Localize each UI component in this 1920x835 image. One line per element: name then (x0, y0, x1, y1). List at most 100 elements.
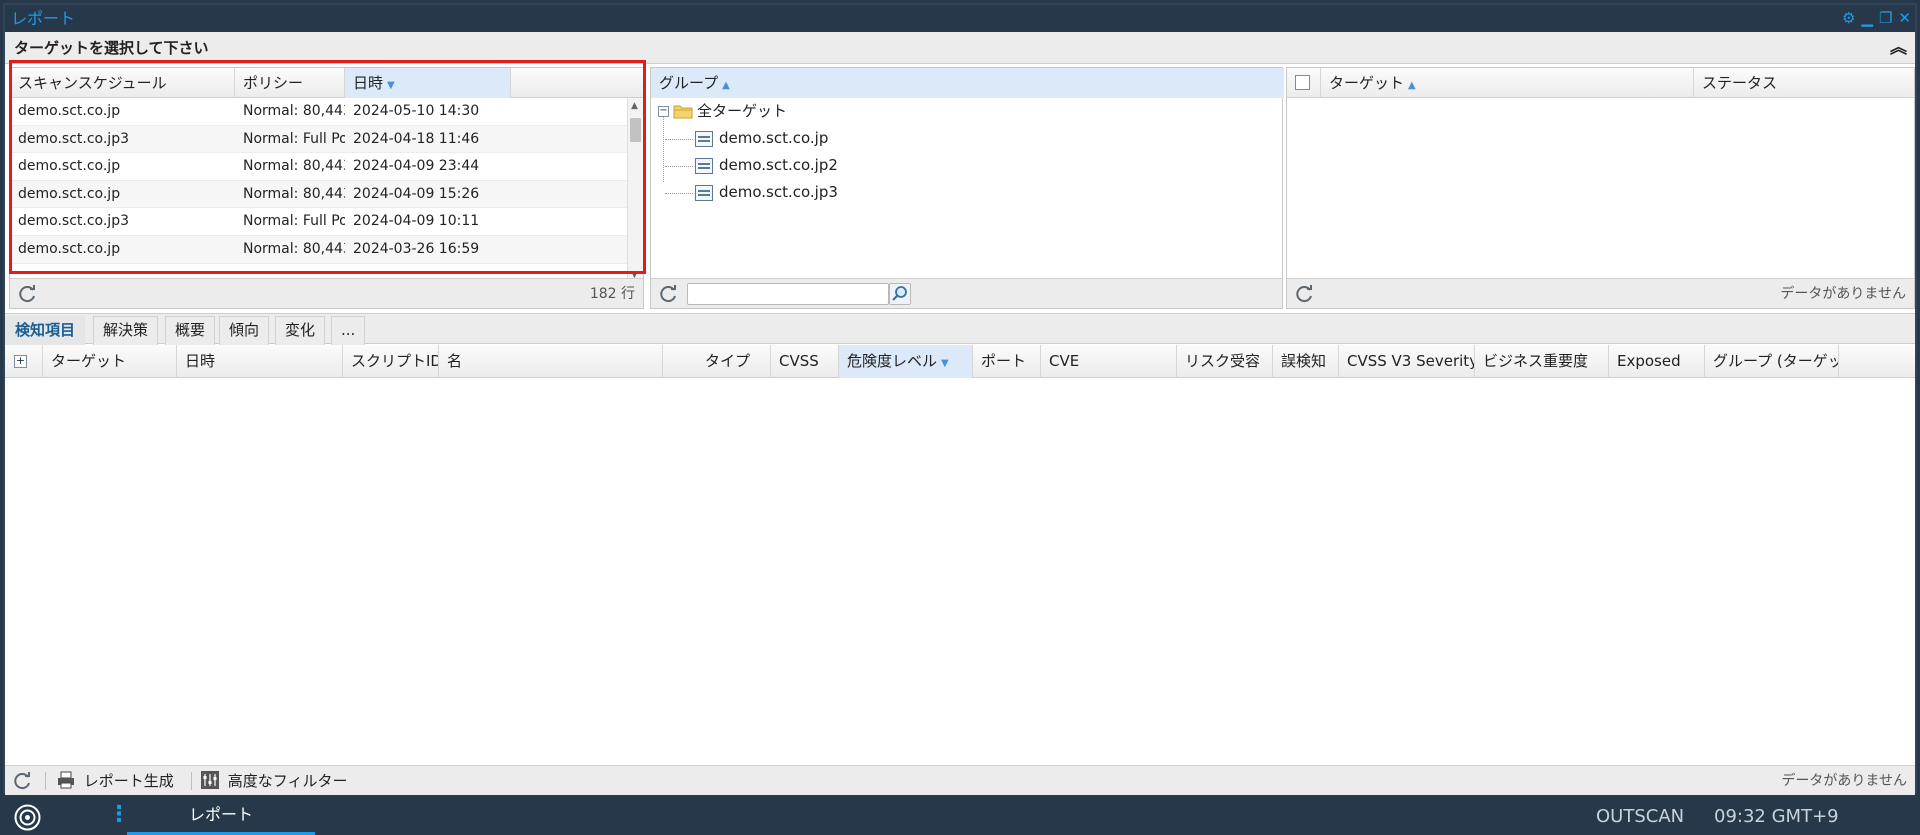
cell-policy: Normal: 80,443 (243, 185, 345, 202)
cell-datetime: 2024-04-09 23:44 (353, 158, 480, 175)
table-row[interactable]: demo.sct.co.jp3 Normal: Full Ports 2024-… (10, 208, 627, 236)
group-grid-header: グループ ▲ (651, 68, 1284, 98)
schedule-rows: demo.sct.co.jp Normal: 80,443 2024-05-10… (10, 98, 627, 264)
findings-toolbar: レポート生成 高度なフィルター データがありません (5, 765, 1915, 795)
cell-schedule: demo.sct.co.jp (18, 103, 121, 119)
group-footer (651, 278, 1282, 308)
sort-asc-icon: ▲ (1408, 80, 1416, 91)
advanced-filter-button[interactable]: 高度なフィルター (201, 766, 347, 796)
col-exposed[interactable]: Exposed (1609, 345, 1705, 378)
refresh-icon[interactable] (1293, 283, 1315, 305)
col-group-target[interactable]: グループ (ターゲッ (1705, 345, 1839, 378)
scroll-thumb[interactable] (630, 118, 641, 142)
scan-schedule-panel: スキャンスケジュール ポリシー 日時 ▼ demo.sct.co.jp Norma… (9, 67, 644, 309)
col-cvss-v3-severity[interactable]: CVSS V3 Severity (1339, 345, 1475, 378)
tab-more[interactable]: ... (331, 316, 366, 345)
close-icon[interactable]: ✕ (1898, 11, 1911, 26)
col-scan-schedule[interactable]: スキャンスケジュール (10, 68, 235, 98)
table-row[interactable]: demo.sct.co.jp Normal: 80,443 2024-04-09… (10, 180, 627, 209)
tab-trend[interactable]: 傾向 (219, 316, 270, 345)
toolbar-separator (191, 772, 192, 790)
tab-overview[interactable]: 概要 (165, 316, 216, 345)
scroll-up-icon[interactable]: ▲ (631, 101, 638, 111)
search-button[interactable] (889, 283, 911, 305)
collapse-node-icon[interactable]: − (658, 106, 669, 117)
select-target-label: ターゲットを選択して下さい (14, 39, 209, 57)
generate-report-button[interactable]: レポート生成 (57, 766, 174, 796)
advanced-filter-label: 高度なフィルター (227, 772, 348, 790)
cell-schedule: demo.sct.co.jp (18, 240, 121, 257)
col-datetime[interactable]: 日時 (177, 345, 343, 378)
target-icon (695, 185, 713, 201)
table-row[interactable]: demo.sct.co.jp Normal: 80,443 2024-04-09… (10, 153, 627, 181)
tree-root-label: 全ターゲット (697, 102, 788, 120)
expand-all-icon[interactable]: + (14, 355, 27, 368)
tree-connector (665, 139, 693, 140)
schedule-grid-header: スキャンスケジュール ポリシー 日時 ▼ (10, 68, 643, 98)
vertical-scrollbar[interactable]: ▲ ▼ (627, 98, 643, 282)
col-target[interactable]: ターゲット (43, 345, 177, 378)
col-script-id[interactable]: スクリプトID (343, 345, 439, 378)
cell-policy: Normal: 80,443 (243, 240, 345, 257)
group-tree: − 全ターゲット demo.sct.co.jp demo.sct.co.jp2 (651, 98, 1282, 206)
refresh-icon[interactable] (16, 283, 38, 305)
taskbar-tab-report[interactable]: レポート (127, 798, 315, 835)
tab-changes[interactable]: 変化 (275, 316, 326, 345)
tree-connector (665, 193, 693, 194)
col-status[interactable]: ステータス (1694, 68, 1916, 98)
cell-schedule: demo.sct.co.jp (18, 158, 121, 175)
printer-icon (58, 771, 74, 789)
col-target[interactable]: ターゲット ▲ (1321, 68, 1694, 98)
col-false-positive[interactable]: 誤検知 (1273, 345, 1339, 378)
table-row[interactable]: demo.sct.co.jp Normal: 80,443 2024-05-10… (10, 98, 627, 126)
col-port[interactable]: ポート (973, 345, 1041, 378)
cell-policy: Normal: 80,443 (243, 103, 345, 119)
tree-connector (665, 166, 693, 167)
col-cve[interactable]: CVE (1041, 345, 1177, 378)
target-footer: データがありません (1287, 278, 1914, 308)
col-risk-level[interactable]: 危険度レベル ▼ (839, 345, 973, 378)
cell-schedule: demo.sct.co.jp3 (18, 213, 129, 230)
select-target-header: ターゲットを選択して下さい ︽ (5, 32, 1915, 64)
restore-icon[interactable]: ❐ (1879, 11, 1892, 26)
gear-icon[interactable]: ⚙ (1842, 11, 1855, 26)
empty-message: データがありません (1781, 773, 1907, 789)
col-risk-accepted[interactable]: リスク受容 (1177, 345, 1273, 378)
col-expand: + (5, 345, 43, 378)
refresh-icon[interactable] (657, 283, 679, 305)
cell-policy: Normal: Full Ports (243, 130, 345, 147)
target-grid-header: ターゲット ▲ ステータス (1287, 68, 1914, 98)
col-group[interactable]: グループ ▲ (651, 68, 1284, 98)
col-datetime[interactable]: 日時 ▼ (345, 68, 511, 98)
refresh-icon[interactable] (11, 770, 33, 792)
tree-node-root[interactable]: − 全ターゲット (651, 98, 1282, 125)
table-row[interactable]: demo.sct.co.jp Normal: 80,443 2024-03-26… (10, 235, 627, 264)
collapse-icon[interactable]: ︽ (1890, 32, 1907, 64)
cell-schedule: demo.sct.co.jp (18, 185, 121, 202)
col-business-criticality[interactable]: ビジネス重要度 (1475, 345, 1609, 378)
product-name: OUTSCAN (1596, 806, 1685, 827)
window-title: レポート (11, 9, 76, 28)
minimize-icon[interactable]: ▁ (1861, 11, 1873, 26)
tree-node-label: demo.sct.co.jp3 (719, 183, 838, 201)
tree-node[interactable]: demo.sct.co.jp (651, 125, 1282, 152)
cell-datetime: 2024-03-26 16:59 (353, 240, 480, 257)
tree-node[interactable]: demo.sct.co.jp3 (651, 179, 1282, 206)
col-type[interactable]: タイプ (663, 345, 771, 378)
tab-solutions[interactable]: 解決策 (93, 316, 159, 345)
col-risk-level-label: 危険度レベル (847, 352, 938, 370)
col-cvss[interactable]: CVSS (771, 345, 839, 378)
select-all-checkbox[interactable] (1295, 75, 1310, 90)
generate-report-label: レポート生成 (83, 772, 174, 790)
target-icon (695, 131, 713, 147)
tree-node[interactable]: demo.sct.co.jp2 (651, 152, 1282, 179)
tab-findings[interactable]: 検知項目 (5, 316, 86, 345)
findings-grid: + ターゲット 日時 スクリプトID 名 タイプ CVSS 危険度レベル ▼ ポー… (5, 345, 1915, 765)
table-row[interactable]: demo.sct.co.jp3 Normal: Full Ports 2024-… (10, 125, 627, 154)
group-search-input[interactable] (687, 283, 889, 305)
toolbar-separator (45, 772, 46, 790)
col-name[interactable]: 名 (439, 345, 663, 378)
app-logo-icon[interactable] (14, 804, 41, 831)
col-policy[interactable]: ポリシー (235, 68, 345, 98)
target-icon (695, 158, 713, 174)
